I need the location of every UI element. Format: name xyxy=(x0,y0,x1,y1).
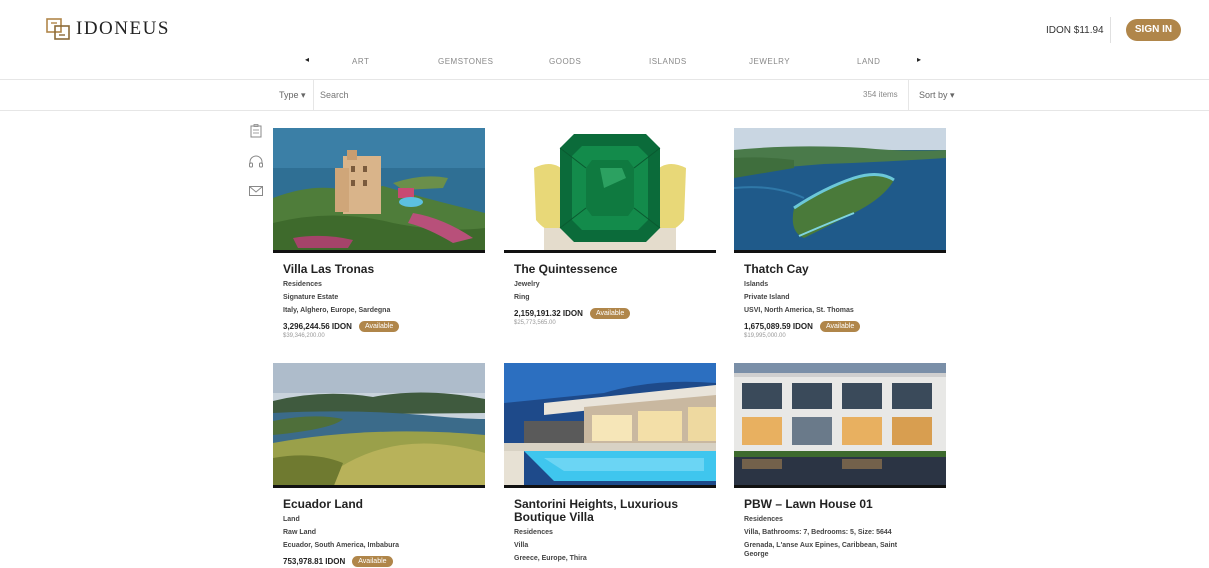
filter-bar: Type ▾ 354 items Sort by ▾ xyxy=(0,80,1209,111)
nav-item-goods[interactable]: GOODS xyxy=(549,57,581,66)
listing-category: Residences xyxy=(514,529,553,536)
listing-card[interactable]: Villa Las Tronas Residences Signature Es… xyxy=(273,128,485,339)
nav-item-land[interactable]: LAND xyxy=(857,57,880,66)
brand-name: IDONEUS xyxy=(76,18,170,39)
listing-idon-price: 2,159,191.32 IDON xyxy=(514,309,583,318)
nav-next-icon[interactable]: ▸ xyxy=(917,55,921,64)
listing-image[interactable] xyxy=(504,363,716,488)
headset-icon[interactable] xyxy=(248,155,264,169)
listing-subtype: Villa xyxy=(514,542,529,549)
nav-item-gemstones[interactable]: GEMSTONES xyxy=(438,57,493,66)
listing-title[interactable]: Thatch Cay xyxy=(744,263,934,276)
listing-location: USVI, North America, St. Thomas xyxy=(744,307,854,314)
category-nav: ◂ ART GEMSTONES GOODS ISLANDS JEWELRY LA… xyxy=(0,55,1209,69)
listing-usd-price: $19,995,000.00 xyxy=(744,333,786,339)
listing-card[interactable]: Ecuador Land Land Raw Land Ecuador, Sout… xyxy=(273,363,485,567)
listing-subtype: Private Island xyxy=(744,294,790,301)
status-badge: Available xyxy=(819,321,861,332)
sign-in-button[interactable]: SIGN IN xyxy=(1126,19,1181,41)
type-dropdown[interactable]: Type ▾ xyxy=(279,90,306,101)
listing-image[interactable] xyxy=(273,128,485,253)
listing-category: Islands xyxy=(744,281,769,288)
brand-logo[interactable]: IDONEUS xyxy=(46,18,170,40)
filter-divider xyxy=(313,80,314,110)
listing-card[interactable]: PBW – Lawn House 01 Residences Villa, Ba… xyxy=(734,363,946,559)
nav-prev-icon[interactable]: ◂ xyxy=(305,55,309,64)
listing-location: Italy, Alghero, Europe, Sardegna xyxy=(283,307,391,314)
listing-category: Residences xyxy=(283,281,322,288)
listing-image[interactable] xyxy=(273,363,485,488)
header-divider xyxy=(1110,17,1111,43)
listing-image[interactable] xyxy=(734,128,946,253)
logo-mark-icon xyxy=(46,18,70,40)
building-icon[interactable] xyxy=(248,124,264,138)
sort-dropdown[interactable]: Sort by ▾ xyxy=(919,90,955,101)
listing-card[interactable]: The Quintessence Jewelry Ring 2,159,191.… xyxy=(504,128,716,326)
nav-item-jewelry[interactable]: JEWELRY xyxy=(749,57,790,66)
status-badge: Available xyxy=(352,556,393,567)
listing-idon-price: 3,296,244.56 IDON xyxy=(283,322,352,331)
listing-idon-price: 1,675,089.59 IDON xyxy=(744,322,813,331)
listing-card[interactable]: Thatch Cay Islands Private Island USVI, … xyxy=(734,128,946,339)
listing-usd-price: $39,346,200.00 xyxy=(283,333,325,339)
listing-title[interactable]: Santorini Heights, Luxurious Boutique Vi… xyxy=(514,498,704,524)
listing-category: Residences xyxy=(744,516,783,523)
nav-item-art[interactable]: ART xyxy=(352,57,369,66)
top-header: IDONEUS IDON $11.94 SIGN IN ◂ ART GEMSTO… xyxy=(0,0,1209,80)
search-input[interactable] xyxy=(320,87,840,103)
listing-subtype: Villa, Bathrooms: 7, Bedrooms: 5, Size: … xyxy=(744,529,892,536)
item-count: 354 items xyxy=(863,90,898,99)
listing-card[interactable]: Santorini Heights, Luxurious Boutique Vi… xyxy=(504,363,716,563)
listing-idon-price: 753,978.81 IDON xyxy=(283,557,346,566)
status-badge: Available xyxy=(589,308,631,319)
listing-category: Jewelry xyxy=(514,281,540,288)
status-badge: Available xyxy=(358,321,400,332)
mail-icon[interactable] xyxy=(248,184,264,198)
listing-image[interactable] xyxy=(504,128,716,253)
listing-category: Land xyxy=(283,516,300,523)
listing-image[interactable] xyxy=(734,363,946,488)
listing-title[interactable]: PBW – Lawn House 01 xyxy=(744,498,934,511)
listing-subtype: Signature Estate xyxy=(283,294,339,301)
listing-subtype: Ring xyxy=(514,294,530,301)
listing-title[interactable]: Ecuador Land xyxy=(283,498,473,511)
listing-title[interactable]: Villa Las Tronas xyxy=(283,263,473,276)
filter-divider xyxy=(908,80,909,110)
listing-location: Grenada, L'anse Aux Epines, Caribbean, S… xyxy=(744,542,898,558)
listing-location: Greece, Europe, Thira xyxy=(514,555,587,562)
listing-location: Ecuador, South America, Imbabura xyxy=(283,542,400,549)
idon-price: IDON $11.94 xyxy=(1046,25,1104,36)
listing-usd-price: $25,773,565.00 xyxy=(514,320,556,326)
listing-subtype: Raw Land xyxy=(283,529,317,536)
nav-item-islands[interactable]: ISLANDS xyxy=(649,57,687,66)
listing-title[interactable]: The Quintessence xyxy=(514,263,704,276)
